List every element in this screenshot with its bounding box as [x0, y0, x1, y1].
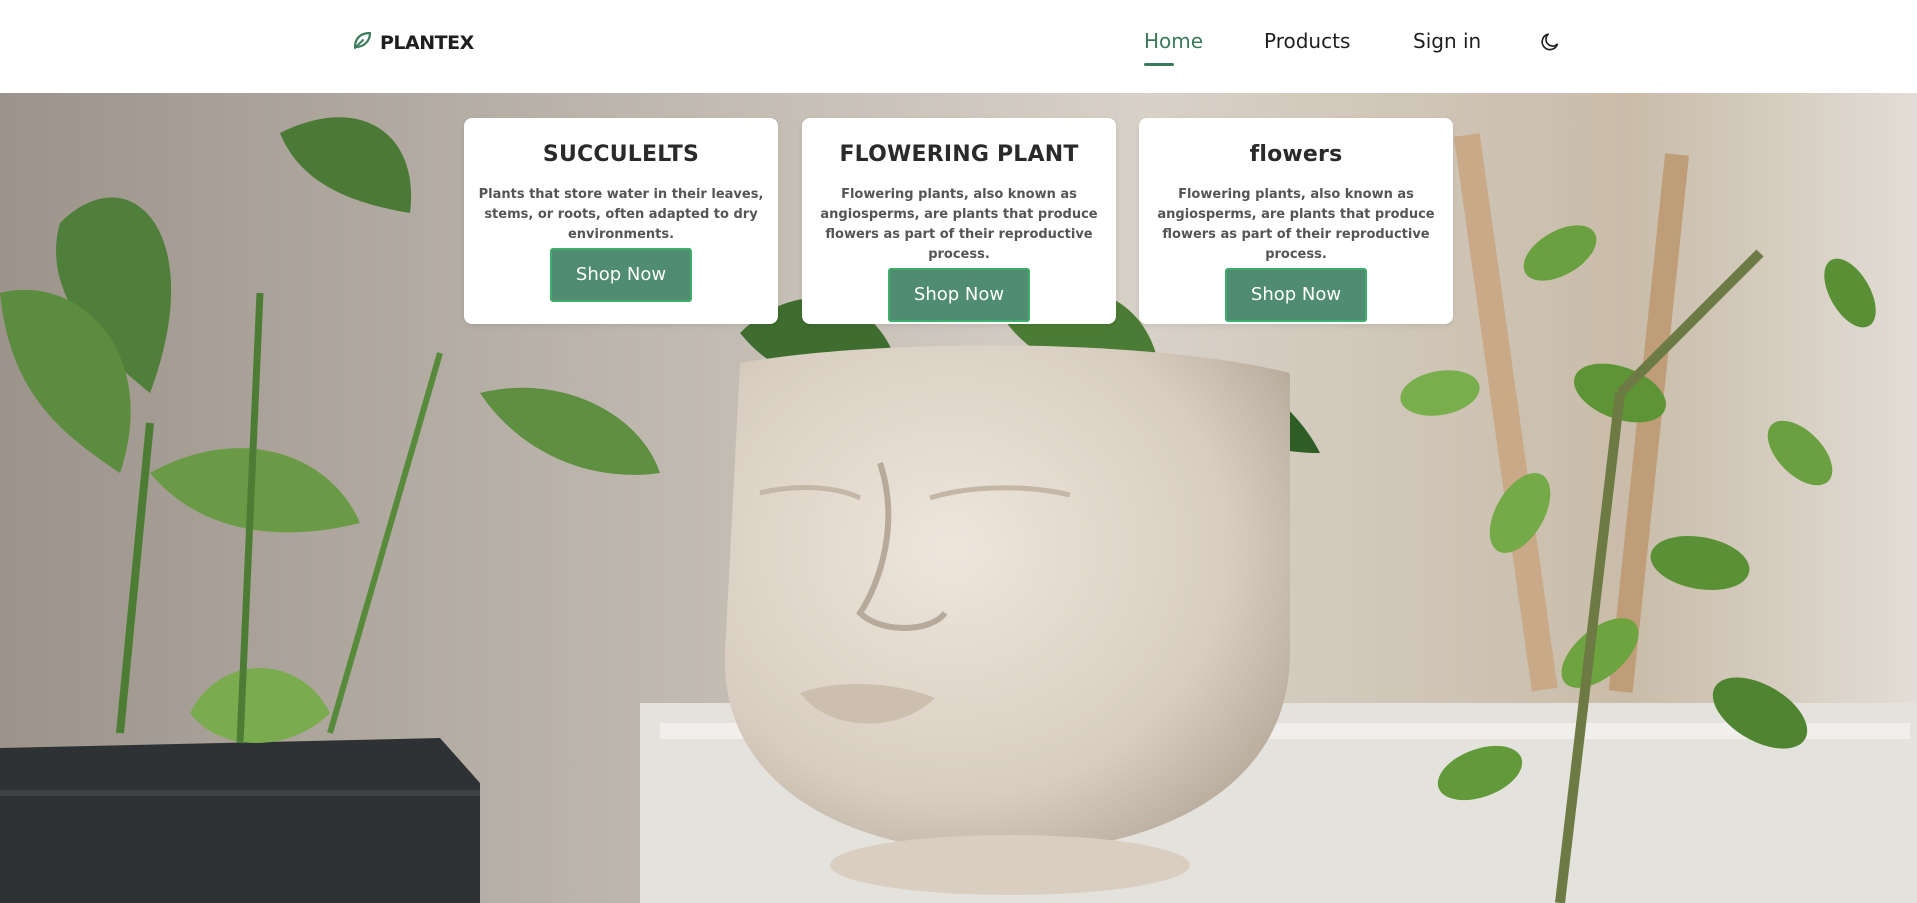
category-card-succulents: SUCCULELTS Plants that store water in th… [464, 118, 778, 324]
category-card-flowers: flowers Flowering plants, also known as … [1139, 118, 1453, 324]
nav-home-link[interactable]: Home [1144, 29, 1203, 53]
nav-sign-in-link[interactable]: Sign in [1413, 29, 1481, 53]
moon-icon [1539, 31, 1561, 58]
nav-products-link[interactable]: Products [1264, 29, 1350, 53]
nav-active-indicator [1144, 63, 1174, 66]
shop-now-button[interactable]: Shop Now [1225, 268, 1367, 322]
card-description: Flowering plants, also known as angiospe… [1157, 187, 1435, 262]
card-title: SUCCULELTS [542, 142, 700, 167]
card-description: Plants that store water in their leaves,… [478, 187, 764, 242]
card-description: Flowering plants, also known as angiospe… [820, 187, 1098, 262]
site-header: PLANTEX Home Products Sign in [0, 0, 1917, 93]
card-title: FLOWERING PLANT [839, 142, 1079, 167]
brand-logo[interactable]: PLANTEX [352, 30, 474, 55]
theme-toggle-button[interactable] [1537, 31, 1563, 57]
category-card-flowering-plant: FLOWERING PLANT Flowering plants, also k… [802, 118, 1116, 324]
shop-now-button[interactable]: Shop Now [550, 248, 692, 302]
brand-name: PLANTEX [380, 31, 474, 54]
shop-now-button[interactable]: Shop Now [888, 268, 1030, 322]
leaf-icon [352, 30, 372, 55]
card-title: flowers [1249, 142, 1343, 167]
